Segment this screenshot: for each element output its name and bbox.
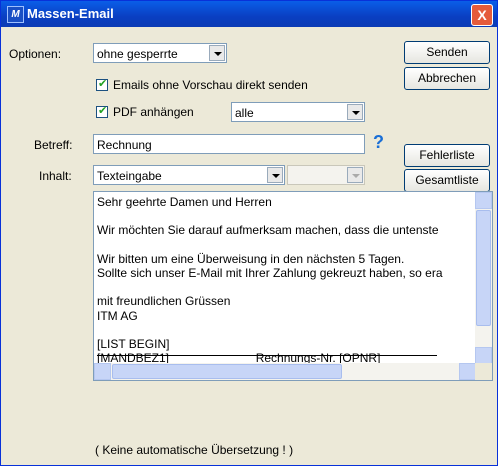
scroll-up-icon[interactable] — [475, 192, 492, 209]
abbrechen-button[interactable]: Abbrechen — [404, 67, 490, 90]
chevron-down-icon — [347, 167, 363, 183]
editor-line: Wir möchten Sie darauf aufmerksam machen… — [97, 223, 439, 238]
editor-line: ITM AG — [97, 308, 138, 323]
divider-line — [97, 355, 437, 356]
editor-line: mit freundlichen Grüssen — [97, 294, 231, 309]
optionen-value: ohne gesperrte — [97, 47, 178, 61]
chevron-down-icon[interactable] — [209, 45, 225, 61]
editor-line: Sollte sich unser E-Mail mit Ihrer Zahlu… — [97, 265, 443, 280]
editor-line: [LIST BEGIN] — [97, 336, 170, 351]
pdf-checkbox[interactable] — [96, 104, 108, 118]
content-editor[interactable]: Sehr geehrte Damen und Herren Wir möchten… — [93, 191, 493, 381]
app-icon: M — [7, 6, 24, 23]
horizontal-scrollbar[interactable] — [94, 363, 476, 380]
inhalt-value: Texteingabe — [97, 169, 162, 183]
scroll-left-icon[interactable] — [94, 363, 111, 380]
massen-email-dialog: M Massen-Email X Optionen: ohne gesperrt… — [0, 0, 498, 466]
senden-button[interactable]: Senden — [404, 41, 490, 64]
inhalt-secondary-select — [287, 165, 365, 185]
scrollbar-corner — [475, 363, 492, 380]
optionen-label: Optionen: — [9, 47, 62, 61]
pdf-select-value: alle — [235, 106, 254, 120]
pdf-checkbox-label: PDF anhängen — [113, 105, 194, 119]
betreff-input[interactable]: Rechnung — [93, 134, 365, 154]
optionen-select[interactable]: ohne gesperrte — [93, 43, 227, 63]
horizontal-scroll-thumb[interactable] — [112, 364, 342, 379]
vertical-scrollbar[interactable] — [475, 192, 492, 364]
editor-text[interactable]: Sehr geehrte Damen und Herren Wir möchten… — [97, 195, 472, 365]
window-title: Massen-Email — [27, 6, 114, 21]
pdf-select[interactable]: alle — [231, 102, 365, 122]
editor-line: Wir bitten um eine Überweisung in den nä… — [97, 251, 405, 266]
editor-line: Sehr geehrte Damen und Herren — [97, 195, 272, 209]
vorschau-checkbox-label: Emails ohne Vorschau direkt senden — [113, 78, 308, 92]
vertical-scroll-thumb[interactable] — [476, 210, 491, 326]
chevron-down-icon[interactable] — [267, 167, 283, 183]
inhalt-label: Inhalt: — [39, 169, 72, 183]
betreff-label: Betreff: — [34, 138, 73, 152]
inhalt-select[interactable]: Texteingabe — [93, 165, 285, 185]
footer-note: ( Keine automatische Übersetzung ! ) — [95, 443, 294, 457]
scroll-right-icon[interactable] — [459, 363, 476, 380]
vorschau-checkbox[interactable] — [96, 77, 108, 91]
close-button[interactable]: X — [471, 4, 493, 26]
gesamtliste-button[interactable]: Gesamtliste — [404, 169, 490, 192]
scroll-down-icon[interactable] — [475, 347, 492, 364]
title-bar: M Massen-Email X — [1, 1, 497, 27]
help-icon[interactable]: ? — [373, 132, 384, 153]
betreff-value: Rechnung — [97, 138, 152, 152]
chevron-down-icon[interactable] — [347, 104, 363, 120]
fehlerliste-button[interactable]: Fehlerliste — [404, 144, 490, 167]
